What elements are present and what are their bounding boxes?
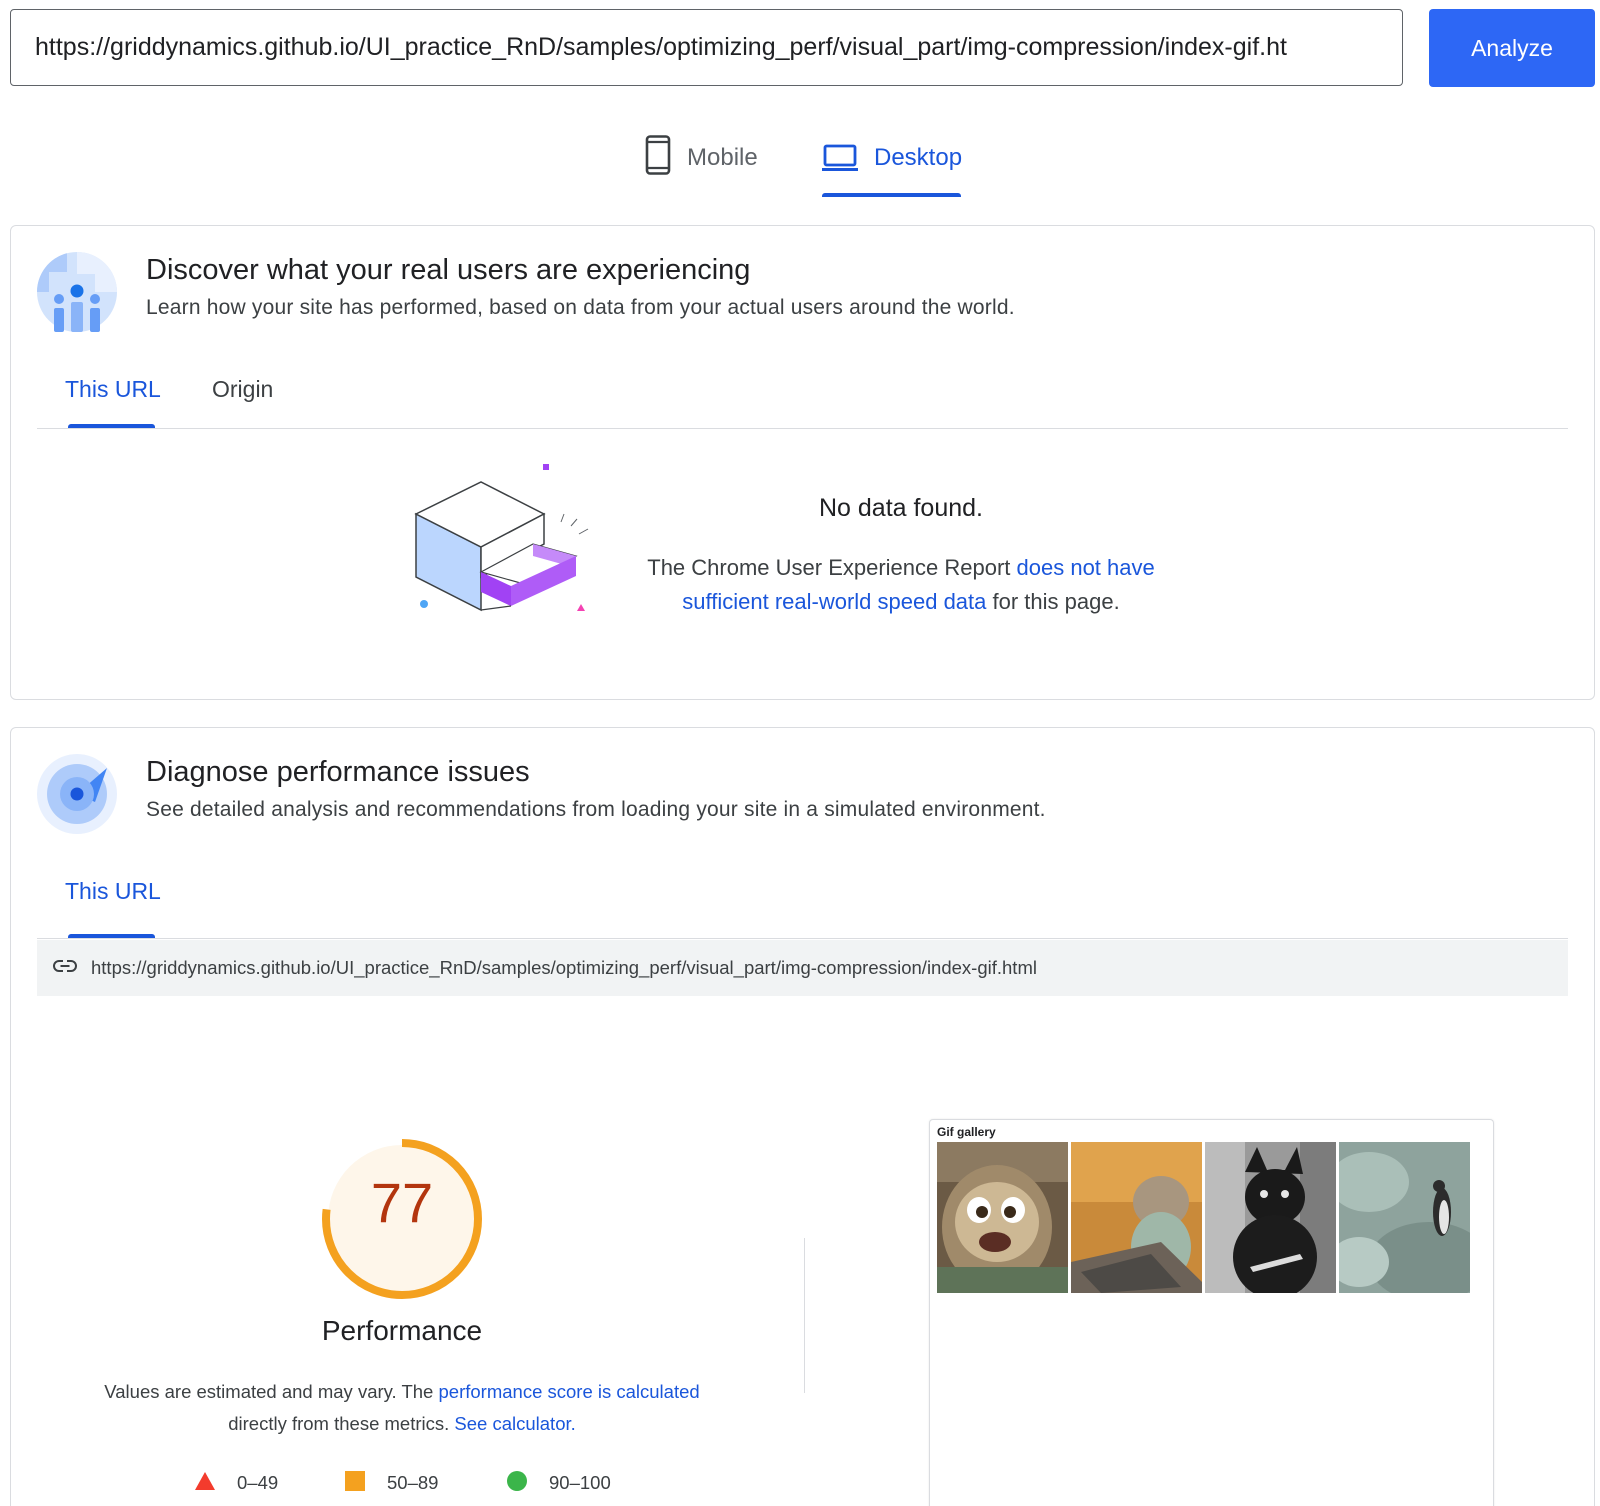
empty-drawer-illustration (411, 464, 621, 624)
users-icon (36, 252, 117, 332)
tab-origin[interactable]: Origin (212, 376, 273, 403)
cat-laptop-gif-thumbnail (1071, 1142, 1202, 1293)
legend-average-range: 50–89 (387, 1472, 439, 1493)
tested-url-bar: https://griddynamics.github.io/UI_practi… (37, 940, 1568, 996)
score-description-text-2: directly from these metrics. (228, 1413, 455, 1434)
field-card-title: Discover what your real users are experi… (146, 254, 751, 286)
black-cat-gif-thumbnail (1205, 1142, 1336, 1293)
legend-fail: 0–49 (195, 1468, 278, 1498)
tab-desktop-indicator (822, 193, 961, 197)
no-data-text-after: for this page. (986, 589, 1120, 614)
speedometer-icon (37, 754, 117, 834)
legend-fail-range: 0–49 (237, 1472, 279, 1493)
legend-pass-range: 90–100 (549, 1472, 611, 1493)
lab-data-card: Diagnose performance issues See detailed… (10, 727, 1595, 1506)
sloth-gif-thumbnail (937, 1142, 1068, 1293)
tab-lab-this-url[interactable]: This URL (65, 878, 161, 905)
field-card-subtitle: Learn how your site has performed, based… (146, 296, 1015, 319)
tabs-divider (37, 428, 1568, 429)
tab-desktop[interactable]: Desktop (822, 135, 962, 197)
tab-mobile-label: Mobile (687, 144, 758, 171)
laptop-icon (822, 135, 858, 179)
performance-label: Performance (321, 1315, 483, 1346)
green-circle-icon (507, 1470, 527, 1496)
orange-square-icon (345, 1470, 365, 1496)
page-screenshot-preview: Gif gallery (929, 1119, 1494, 1506)
penguin-gif-thumbnail (1339, 1142, 1470, 1293)
tested-url[interactable]: https://griddynamics.github.io/UI_practi… (91, 957, 1037, 979)
url-input[interactable] (10, 9, 1403, 86)
performance-score: 77 (370, 1171, 434, 1234)
field-data-card: Discover what your real users are experi… (10, 225, 1595, 700)
legend-pass: 90–100 (507, 1468, 611, 1498)
score-description: Values are estimated and may vary. The p… (61, 1376, 743, 1440)
red-triangle-icon (195, 1471, 215, 1495)
tab-mobile[interactable]: Mobile (645, 135, 758, 197)
score-calculated-link[interactable]: performance score is calculated (439, 1381, 700, 1402)
phone-icon (645, 135, 671, 182)
no-data-title: No data found. (818, 494, 983, 522)
no-data-text-before: The Chrome User Experience Report (647, 555, 1017, 580)
see-calculator-link[interactable]: See calculator. (454, 1413, 575, 1434)
link-icon (53, 959, 77, 978)
tab-desktop-label: Desktop (874, 144, 963, 171)
preview-page-title: Gif gallery (937, 1125, 996, 1139)
no-data-message: The Chrome User Experience Report does n… (621, 551, 1181, 619)
lab-card-title: Diagnose performance issues (146, 756, 530, 788)
score-description-text-1: Values are estimated and may vary. The (104, 1381, 439, 1402)
lab-tabs-divider (37, 938, 1568, 939)
tab-this-url[interactable]: This URL (65, 376, 161, 403)
legend-average: 50–89 (345, 1468, 438, 1498)
analyze-button[interactable]: Analyze (1429, 9, 1595, 87)
lab-card-subtitle: See detailed analysis and recommendation… (146, 798, 1046, 821)
section-divider (804, 1238, 805, 1393)
